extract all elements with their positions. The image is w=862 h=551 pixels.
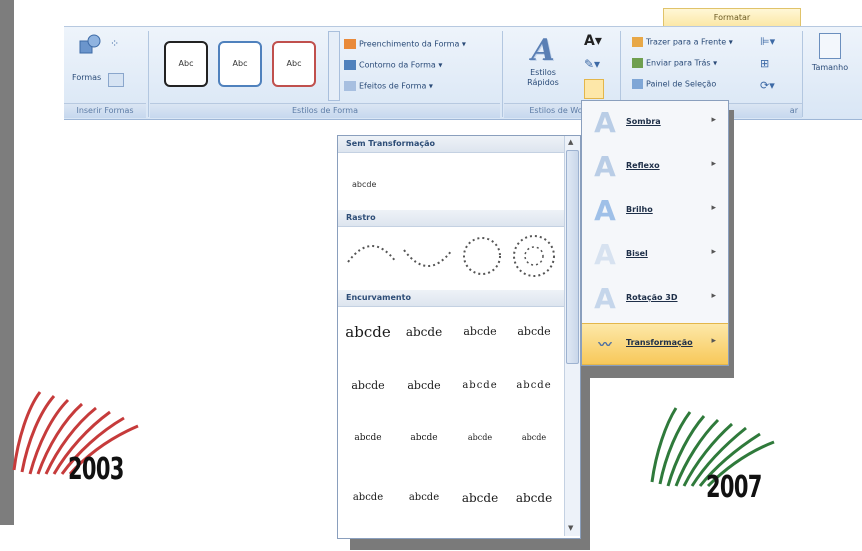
shape-style-sample[interactable]: Abc (272, 41, 316, 87)
text-fill-icon[interactable]: A▾ (584, 33, 602, 49)
shape-style-sample[interactable]: Abc (164, 41, 208, 87)
menu-item-shadow[interactable]: A Sombra ▸ (582, 103, 728, 143)
send-backward-button[interactable]: Enviar para Trás ▾ (632, 58, 717, 68)
group-label-insert-shapes: Inserir Formas (64, 103, 146, 118)
scroll-thumb[interactable] (566, 150, 579, 364)
warp-option[interactable]: abcde (342, 366, 394, 406)
glow-effect-icon: A (594, 194, 616, 227)
menu-item-reflection[interactable]: A Reflexo ▸ (582, 147, 728, 187)
menu-item-label: Rotação 3D (626, 293, 678, 302)
scroll-down-icon[interactable]: ▼ (568, 524, 573, 532)
transform-gallery-panel: Sem Transformação abcde Rastro Encurvame… (337, 135, 581, 539)
paint-bucket-icon (344, 39, 356, 49)
warp-option[interactable]: abcde (398, 478, 450, 518)
group-separator (502, 31, 503, 117)
shape-outline-button[interactable]: Contorno da Forma ▾ (344, 60, 442, 70)
menu-item-3d-rotation[interactable]: A Rotação 3D ▸ (582, 279, 728, 319)
warp-option[interactable]: abcde (508, 478, 560, 518)
transform-option-none[interactable]: abcde (352, 180, 376, 189)
warp-option[interactable]: abcde (508, 366, 560, 406)
ribbon: ⁘ Formas Inserir Formas Abc Abc Abc Pree… (64, 26, 862, 120)
menu-item-label: Transformação (626, 338, 693, 347)
rotate-icon[interactable]: ⟳▾ (760, 79, 775, 92)
menu-item-label: Bisel (626, 249, 648, 258)
shape-effects-label: Efeitos de Forma (359, 81, 427, 91)
section-header-warp: Encurvamento (338, 290, 572, 307)
warp-option[interactable]: abcde (508, 418, 560, 458)
year-2003-label: 2003 (68, 452, 124, 487)
menu-item-glow[interactable]: A Brilho ▸ (582, 191, 728, 231)
warp-option[interactable]: abcde (398, 312, 450, 352)
bevel-effect-icon: A (594, 238, 616, 271)
menu-item-transform[interactable]: 〰 Transformação ▸ (582, 323, 728, 365)
group-separator (802, 31, 803, 117)
size-label: Tamanho (811, 63, 849, 72)
group-separator (148, 31, 149, 117)
text-effects-icon[interactable] (584, 79, 604, 99)
size-icon (819, 33, 841, 59)
group-label-shape-styles: Estilos de Forma (150, 103, 500, 118)
year-2007-label: 2007 (706, 470, 762, 505)
text-effects-menu: A Sombra ▸ A Reflexo ▸ A Brilho ▸ A Bise… (581, 100, 729, 366)
follow-path-options[interactable] (342, 228, 562, 284)
warp-option[interactable]: abcde (454, 366, 506, 406)
send-backward-label: Enviar para Trás (646, 58, 711, 68)
warp-option[interactable]: abcde (342, 418, 394, 458)
warp-option[interactable]: abcde (398, 418, 450, 458)
section-header-follow-path: Rastro (338, 210, 572, 227)
3d-rotation-effect-icon: A (594, 282, 616, 315)
shape-style-sample[interactable]: Abc (218, 41, 262, 87)
tab-formatar[interactable]: Formatar (663, 8, 801, 27)
wordart-quick-label: Estilos Rápidos (527, 68, 559, 87)
submenu-arrow-icon: ▸ (711, 203, 716, 213)
selection-pane-icon (632, 79, 643, 89)
transform-effect-icon: 〰 (598, 338, 612, 353)
scroll-up-icon[interactable]: ▲ (568, 138, 573, 146)
text-box-icon[interactable] (108, 73, 124, 87)
size-button[interactable]: Tamanho (806, 33, 854, 99)
selection-pane-label: Painel de Seleção (646, 79, 717, 89)
shape-fill-button[interactable]: Preenchimento da Forma ▾ (344, 39, 466, 49)
menu-item-label: Brilho (626, 205, 653, 214)
section-header-no-transform: Sem Transformação (338, 136, 572, 153)
warp-option[interactable]: abcde (398, 366, 450, 406)
menu-item-bevel[interactable]: A Bisel ▸ (582, 235, 728, 275)
wordart-quick-styles-button[interactable]: A Estilos Rápidos (516, 33, 570, 97)
shadow-effect-icon: A (594, 106, 616, 139)
formas-button-label[interactable]: Formas (72, 73, 101, 82)
wordart-a-icon: A (531, 33, 555, 68)
reflection-effect-icon: A (594, 150, 616, 183)
warp-option[interactable]: abcde (342, 478, 394, 518)
bring-forward-label: Trazer para a Frente (646, 37, 727, 47)
warp-option[interactable]: abcde (454, 418, 506, 458)
pencil-icon (344, 60, 356, 70)
align-icon[interactable]: ⊫▾ (760, 35, 775, 48)
menu-item-label: Reflexo (626, 161, 660, 170)
warp-option[interactable]: abcde (454, 478, 506, 518)
bring-forward-icon (632, 37, 643, 47)
group-icon[interactable]: ⊞ (760, 57, 769, 70)
shape-outline-label: Contorno da Forma (359, 60, 436, 70)
gallery-scrollbar[interactable] (328, 31, 340, 101)
selection-pane-button[interactable]: Painel de Seleção (632, 79, 716, 89)
effects-icon (344, 81, 356, 91)
submenu-arrow-icon: ▸ (711, 291, 716, 301)
shapes-icon[interactable] (78, 33, 102, 57)
edit-points-icon[interactable]: ⁘ (110, 37, 119, 50)
submenu-arrow-icon: ▸ (711, 159, 716, 169)
text-outline-icon[interactable]: ✎▾ (584, 57, 600, 71)
warp-option[interactable]: abcde (454, 312, 506, 352)
warp-option[interactable]: abcde (508, 312, 560, 352)
submenu-arrow-icon: ▸ (711, 336, 716, 346)
send-backward-icon (632, 58, 643, 68)
warp-option[interactable]: abcde (342, 312, 394, 352)
shape-effects-button[interactable]: Efeitos de Forma ▾ (344, 81, 433, 91)
submenu-arrow-icon: ▸ (711, 247, 716, 257)
menu-item-label: Sombra (626, 117, 661, 126)
shape-fill-label: Preenchimento da Forma (359, 39, 460, 49)
submenu-arrow-icon: ▸ (711, 115, 716, 125)
bring-forward-button[interactable]: Trazer para a Frente ▾ (632, 37, 733, 47)
